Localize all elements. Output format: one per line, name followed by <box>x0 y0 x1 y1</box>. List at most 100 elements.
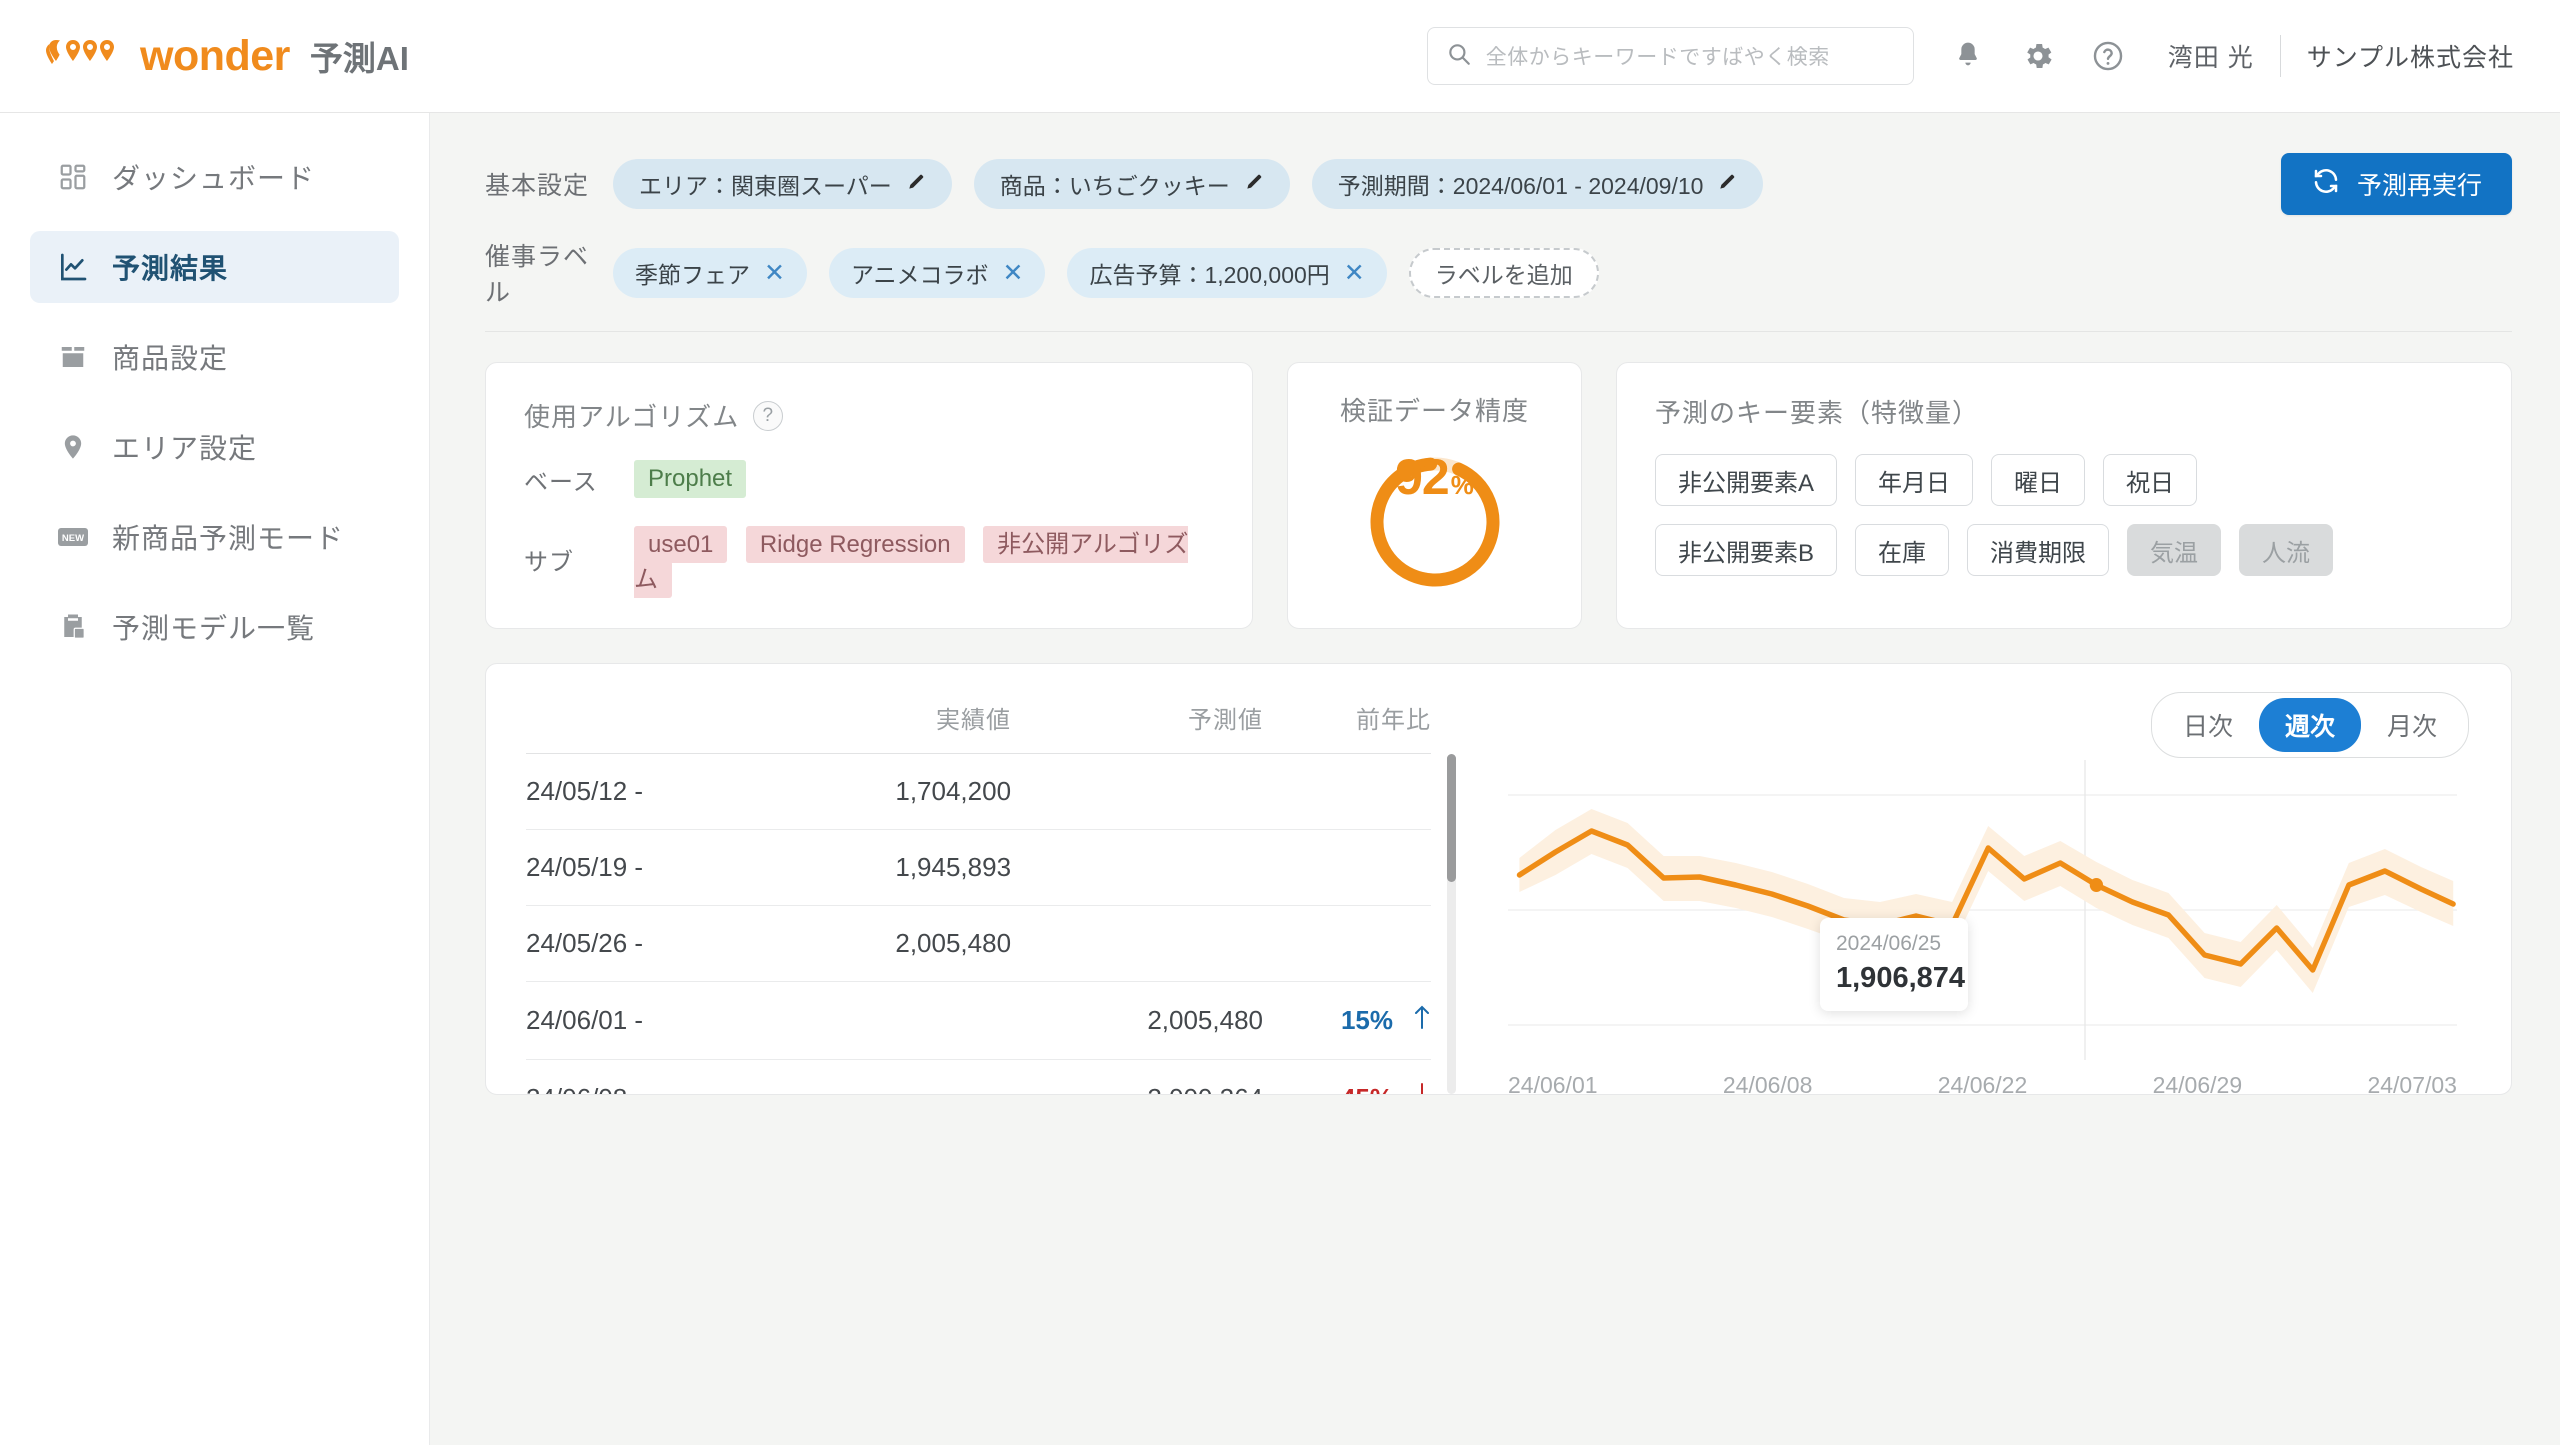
chip-anime-collab[interactable]: アニメコラボ ✕ <box>829 248 1046 298</box>
bell-icon[interactable] <box>1950 38 1986 74</box>
x-tick-label: 24/06/08 <box>1723 1072 1813 1095</box>
cell-yoy: 45% <box>1263 1060 1431 1096</box>
user-area[interactable]: 湾田 光 サンプル株式会社 <box>2168 35 2514 77</box>
main-content: 基本設定 エリア：関東圏スーパー 商品：いちごクッキー <box>430 113 2560 1445</box>
arrow-down-icon <box>1413 1082 1431 1095</box>
forecast-table-wrap: 実績値 予測値 前年比 24/05/12 - 1,704,200 <box>526 690 1478 1094</box>
help-icon[interactable]: ? <box>753 401 783 431</box>
close-icon[interactable]: ✕ <box>764 261 785 286</box>
arrow-up-icon <box>1413 1004 1431 1037</box>
table-row[interactable]: 24/06/08 - 2,000,264 45% <box>526 1060 1431 1096</box>
sidebar-item-label: 新商品予測モード <box>112 517 344 557</box>
cell-yoy <box>1263 906 1431 982</box>
gear-icon[interactable] <box>2020 38 2056 74</box>
forecast-table: 実績値 予測値 前年比 24/05/12 - 1,704,200 <box>526 690 1431 1095</box>
pencil-icon[interactable] <box>906 171 926 198</box>
table-header-row: 実績値 予測値 前年比 <box>526 690 1431 754</box>
feature-tag[interactable]: 祝日 <box>2103 454 2197 506</box>
app-header: wonder 予測AI 全体からキーワードですばやく検索 <box>0 0 2560 113</box>
sidebar: ダッシュボード 予測結果 商品設定 <box>0 113 430 1445</box>
table-row[interactable]: 24/05/12 - 1,704,200 <box>526 754 1431 830</box>
chart-tooltip: 2024/06/25 1,906,874 <box>1820 918 1968 1011</box>
feature-tag[interactable]: 年月日 <box>1855 454 1973 506</box>
cell-forecast <box>1011 754 1263 830</box>
header-icon-group <box>1950 38 2126 74</box>
wonder-logo-icon <box>46 38 124 74</box>
chip-area[interactable]: エリア：関東圏スーパー <box>613 159 952 209</box>
accuracy-value-group: 92 % <box>1361 448 1509 596</box>
sidebar-item-forecast-results[interactable]: 予測結果 <box>30 231 399 303</box>
chip-forecast-period[interactable]: 予測期間：2024/06/01 - 2024/09/10 <box>1312 159 1764 209</box>
features-row: 非公開要素A 年月日 曜日 祝日 <box>1655 454 2473 506</box>
chart-svg <box>1508 760 2457 1060</box>
col-yoy: 前年比 <box>1263 690 1431 754</box>
feature-tag[interactable]: 曜日 <box>1991 454 2085 506</box>
clipboard-icon <box>56 610 90 644</box>
cell-forecast <box>1011 830 1263 906</box>
sidebar-item-new-product-mode[interactable]: NEW 新商品予測モード <box>30 501 399 573</box>
sidebar-item-model-list[interactable]: 予測モデル一覧 <box>30 591 399 663</box>
close-icon[interactable]: ✕ <box>1344 261 1365 286</box>
tab-weekly[interactable]: 週次 <box>2259 698 2361 752</box>
scrollbar-thumb[interactable] <box>1447 754 1456 882</box>
tab-daily[interactable]: 日次 <box>2157 698 2259 752</box>
feature-tag-disabled: 人流 <box>2239 524 2333 576</box>
chart-x-axis: 24/06/01 24/06/08 24/06/22 24/06/29 24/0… <box>1508 1072 2457 1095</box>
sidebar-item-label: エリア設定 <box>112 427 257 467</box>
search-icon <box>1446 41 1472 72</box>
forecast-line-chart[interactable] <box>1508 760 2457 1060</box>
divider <box>485 331 2512 332</box>
chip-ad-budget[interactable]: 広告予算：1,200,000円 ✕ <box>1067 248 1386 298</box>
box-icon <box>56 340 90 374</box>
algorithm-sub-value: use01 <box>634 526 727 563</box>
forecast-table-head: 実績値 予測値 前年比 <box>526 690 1431 754</box>
yoy-value: 45% <box>1341 1083 1393 1095</box>
table-row[interactable]: 24/05/26 - 2,005,480 <box>526 906 1431 982</box>
table-row[interactable]: 24/05/19 - 1,945,893 <box>526 830 1431 906</box>
user-divider <box>2280 35 2281 77</box>
user-name: 湾田 光 <box>2168 38 2254 74</box>
rerun-forecast-button[interactable]: 予測再実行 <box>2281 153 2512 215</box>
close-icon[interactable]: ✕ <box>1003 261 1024 286</box>
feature-tag[interactable]: 非公開要素B <box>1655 524 1837 576</box>
yoy-value: 15% <box>1341 1005 1393 1036</box>
table-vertical-scrollbar[interactable] <box>1447 754 1456 1094</box>
sidebar-item-dashboard[interactable]: ダッシュボード <box>30 141 399 213</box>
sidebar-item-label: 予測モデル一覧 <box>112 607 315 647</box>
cell-forecast: 2,005,480 <box>1011 982 1263 1060</box>
add-label-button[interactable]: ラベルを追加 <box>1409 248 1599 298</box>
svg-text:NEW: NEW <box>62 533 84 544</box>
feature-tag[interactable]: 消費期限 <box>1967 524 2109 576</box>
chip-label: 広告予算：1,200,000円 <box>1089 256 1329 290</box>
sidebar-item-area-settings[interactable]: エリア設定 <box>30 411 399 483</box>
search-input[interactable]: 全体からキーワードですばやく検索 <box>1427 27 1914 85</box>
features-card: 予測のキー要素（特徴量） 非公開要素A 年月日 曜日 祝日 非公開要素B 在庫 … <box>1616 362 2512 629</box>
feature-tag[interactable]: 在庫 <box>1855 524 1949 576</box>
sidebar-item-product-settings[interactable]: 商品設定 <box>30 321 399 393</box>
basic-settings-label: 基本設定 <box>485 166 613 202</box>
logo-wordmark: wonder <box>140 35 290 78</box>
rerun-forecast-label: 予測再実行 <box>2357 166 2482 202</box>
cell-date: 24/05/19 - <box>526 830 759 906</box>
algorithm-base-row: ベース Prophet <box>524 460 1214 498</box>
tab-monthly[interactable]: 月次 <box>2361 698 2463 752</box>
chip-seasonal-fair[interactable]: 季節フェア ✕ <box>613 248 807 298</box>
help-icon[interactable] <box>2090 38 2126 74</box>
yoy-group: 15% <box>1263 1004 1431 1037</box>
basic-settings-row: 基本設定 エリア：関東圏スーパー 商品：いちごクッキー <box>485 153 2512 215</box>
table-row[interactable]: 24/06/01 - 2,005,480 15% <box>526 982 1431 1060</box>
new-badge-icon: NEW <box>56 520 90 554</box>
granularity-toggle: 日次 週次 月次 <box>2151 692 2469 758</box>
logo[interactable]: wonder 予測AI <box>46 32 409 80</box>
feature-tag[interactable]: 非公開要素A <box>1655 454 1837 506</box>
accuracy-unit: % <box>1451 470 1474 501</box>
sidebar-item-label: ダッシュボード <box>112 157 315 197</box>
cell-actual <box>759 1060 1011 1096</box>
chip-product[interactable]: 商品：いちごクッキー <box>974 159 1290 209</box>
pencil-icon[interactable] <box>1717 171 1737 198</box>
forecast-panel: 実績値 予測値 前年比 24/05/12 - 1,704,200 <box>485 663 2512 1095</box>
pencil-icon[interactable] <box>1244 171 1264 198</box>
algorithm-base-value: Prophet <box>634 460 746 498</box>
yoy-group: 45% <box>1263 1082 1431 1095</box>
cell-actual: 2,005,480 <box>759 906 1011 982</box>
